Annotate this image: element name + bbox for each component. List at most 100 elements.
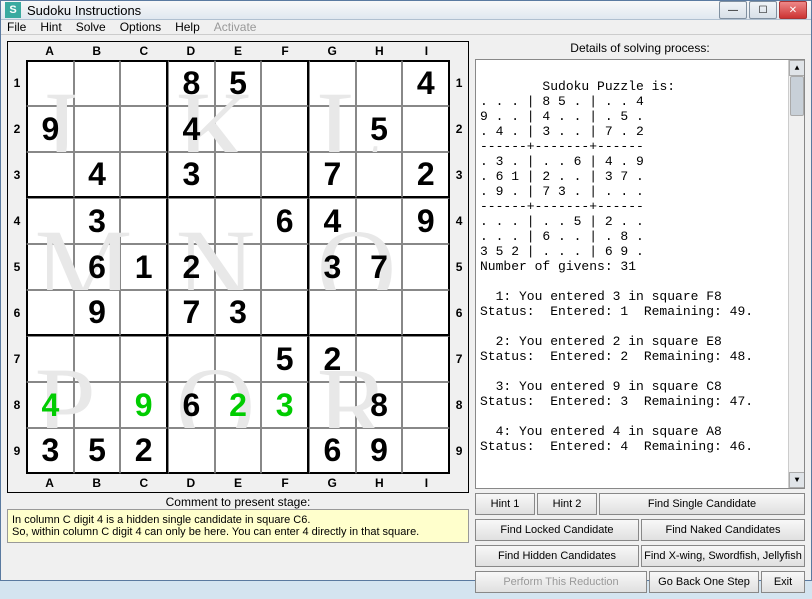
sudoku-cell[interactable] [309, 382, 356, 428]
sudoku-cell[interactable]: 6M [74, 244, 121, 290]
sudoku-cell[interactable] [261, 60, 309, 106]
menu-file[interactable]: File [7, 20, 26, 34]
sudoku-cell[interactable]: N [215, 244, 262, 290]
scrollbar[interactable]: ▲ ▼ [788, 60, 804, 488]
sudoku-cell[interactable]: 2 [309, 336, 356, 382]
sudoku-cell[interactable]: 7 [168, 290, 215, 336]
menu-options[interactable]: Options [120, 20, 161, 34]
sudoku-cell[interactable]: 7 [309, 152, 356, 198]
sudoku-cell[interactable] [402, 336, 450, 382]
sudoku-cell[interactable] [402, 382, 450, 428]
sudoku-cell[interactable]: K [215, 106, 262, 152]
sudoku-cell[interactable]: 4 [26, 382, 74, 428]
sudoku-cell[interactable] [215, 198, 262, 244]
menu-solve[interactable]: Solve [76, 20, 106, 34]
sudoku-cell[interactable]: 2 [402, 152, 450, 198]
scroll-down-icon[interactable]: ▼ [789, 472, 805, 488]
sudoku-cell[interactable] [120, 290, 168, 336]
sudoku-cell[interactable] [261, 152, 309, 198]
sudoku-cell[interactable]: 6 [168, 382, 215, 428]
sudoku-cell[interactable]: 5 [215, 60, 262, 106]
sudoku-cell[interactable] [74, 60, 121, 106]
sudoku-cell[interactable]: 3 [26, 428, 74, 474]
sudoku-cell[interactable]: 3 [168, 152, 215, 198]
sudoku-cell[interactable] [261, 428, 309, 474]
sudoku-cell[interactable]: 2Q [215, 382, 262, 428]
sudoku-cell[interactable] [356, 290, 403, 336]
sudoku-cell[interactable] [356, 336, 403, 382]
sudoku-cell[interactable] [168, 428, 215, 474]
sudoku-cell[interactable]: 4 [309, 198, 356, 244]
sudoku-cell[interactable] [215, 152, 262, 198]
sudoku-cell[interactable] [120, 152, 168, 198]
sudoku-cell[interactable]: 9 [402, 198, 450, 244]
find-hidden-button[interactable]: Find Hidden Candidates [475, 545, 639, 567]
sudoku-cell[interactable]: 3 [74, 198, 121, 244]
sudoku-cell[interactable] [309, 60, 356, 106]
sudoku-cell[interactable]: 9 [74, 290, 121, 336]
sudoku-cell[interactable] [120, 106, 168, 152]
sudoku-cell[interactable] [356, 198, 403, 244]
sudoku-cell[interactable]: 5L [356, 106, 403, 152]
sudoku-cell[interactable]: 6 [261, 198, 309, 244]
scroll-thumb[interactable] [790, 76, 804, 116]
exit-button[interactable]: Exit [761, 571, 805, 593]
sudoku-cell[interactable]: 2 [168, 244, 215, 290]
sudoku-cell[interactable]: 9 [120, 382, 168, 428]
go-back-button[interactable]: Go Back One Step [649, 571, 759, 593]
sudoku-cell[interactable]: 4 [402, 60, 450, 106]
find-xwing-button[interactable]: Find X-wing, Swordfish, Jellyfish [641, 545, 805, 567]
sudoku-cell[interactable] [402, 106, 450, 152]
scroll-up-icon[interactable]: ▲ [789, 60, 805, 76]
sudoku-cell[interactable] [26, 244, 74, 290]
sudoku-cell[interactable]: 1 [120, 244, 168, 290]
maximize-button[interactable]: ☐ [749, 1, 777, 19]
sudoku-cell[interactable]: J [74, 106, 121, 152]
sudoku-cell[interactable]: 8 [168, 60, 215, 106]
sudoku-cell[interactable]: 5 [74, 428, 121, 474]
sudoku-cell[interactable] [261, 244, 309, 290]
minimize-button[interactable]: — [719, 1, 747, 19]
sudoku-cell[interactable] [402, 428, 450, 474]
sudoku-cell[interactable] [356, 60, 403, 106]
sudoku-cell[interactable] [26, 60, 74, 106]
menu-help[interactable]: Help [175, 20, 200, 34]
sudoku-cell[interactable] [120, 336, 168, 382]
sudoku-cell[interactable]: P [74, 382, 121, 428]
sudoku-cell[interactable]: 3 [309, 244, 356, 290]
sudoku-cell[interactable] [356, 152, 403, 198]
find-naked-button[interactable]: Find Naked Candidates [641, 519, 805, 541]
sudoku-cell[interactable] [309, 290, 356, 336]
close-button[interactable]: ✕ [779, 1, 807, 19]
sudoku-cell[interactable] [309, 106, 356, 152]
sudoku-cell[interactable]: 9 [356, 428, 403, 474]
sudoku-cell[interactable]: 5 [261, 336, 309, 382]
sudoku-cell[interactable] [26, 198, 74, 244]
sudoku-cell[interactable]: 2 [120, 428, 168, 474]
sudoku-cell[interactable] [261, 106, 309, 152]
sudoku-cell[interactable] [26, 336, 74, 382]
sudoku-cell[interactable] [402, 290, 450, 336]
sudoku-cell[interactable]: 3 [215, 290, 262, 336]
find-single-button[interactable]: Find Single Candidate [599, 493, 805, 515]
sudoku-cell[interactable] [120, 198, 168, 244]
sudoku-cell[interactable]: 9 [26, 106, 74, 152]
sudoku-cell[interactable] [215, 428, 262, 474]
sudoku-cell[interactable]: 4 [74, 152, 121, 198]
sudoku-cell[interactable] [261, 290, 309, 336]
sudoku-cell[interactable]: 6 [309, 428, 356, 474]
sudoku-cell[interactable] [402, 244, 450, 290]
sudoku-cell[interactable] [74, 336, 121, 382]
hint2-button[interactable]: Hint 2 [537, 493, 597, 515]
menu-hint[interactable]: Hint [40, 20, 61, 34]
sudoku-cell[interactable] [26, 290, 74, 336]
sudoku-cell[interactable]: 8R [356, 382, 403, 428]
sudoku-cell[interactable] [120, 60, 168, 106]
sudoku-cell[interactable] [168, 198, 215, 244]
sudoku-cell[interactable] [168, 336, 215, 382]
sudoku-cell[interactable] [26, 152, 74, 198]
sudoku-cell[interactable]: 3 [261, 382, 309, 428]
sudoku-cell[interactable] [215, 336, 262, 382]
sudoku-cell[interactable]: 4 [168, 106, 215, 152]
find-locked-button[interactable]: Find Locked Candidate [475, 519, 639, 541]
